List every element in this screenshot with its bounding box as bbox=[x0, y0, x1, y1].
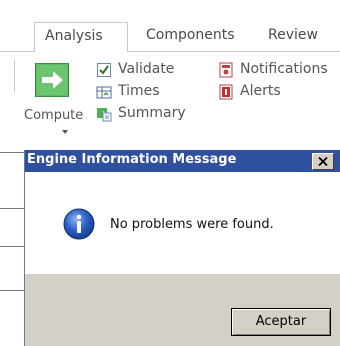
times-table-icon bbox=[96, 86, 112, 99]
compute-arrow-icon bbox=[35, 63, 69, 97]
notifications-label: Notifications bbox=[240, 61, 328, 77]
dialog-title: Engine Information Message bbox=[27, 152, 237, 167]
engine-information-dialog: Engine Information Message No problems w… bbox=[24, 150, 340, 346]
background-divider bbox=[0, 152, 24, 153]
ribbon-panel: Compute Validate Times Summary Notificat… bbox=[0, 52, 340, 144]
tab-components[interactable]: Components bbox=[136, 22, 254, 52]
validate-check-icon bbox=[97, 63, 111, 77]
summary-icon bbox=[97, 108, 112, 122]
compute-label: Compute bbox=[24, 108, 84, 123]
tab-review[interactable]: Review bbox=[258, 22, 340, 52]
dialog-titlebar[interactable]: Engine Information Message bbox=[25, 150, 340, 172]
ribbon-separator bbox=[14, 60, 15, 92]
close-icon bbox=[318, 157, 328, 166]
times-label: Times bbox=[118, 83, 160, 99]
dialog-footer: Aceptar bbox=[25, 274, 340, 346]
background-divider bbox=[0, 208, 24, 209]
dialog-message: No problems were found. bbox=[110, 217, 274, 232]
aceptar-button[interactable]: Aceptar bbox=[231, 308, 331, 336]
summary-label: Summary bbox=[118, 105, 186, 121]
close-button[interactable] bbox=[312, 153, 334, 170]
alerts-icon bbox=[219, 84, 233, 100]
validate-label: Validate bbox=[118, 61, 175, 77]
compute-button[interactable]: Compute bbox=[24, 60, 83, 150]
dialog-body: No problems were found. bbox=[25, 172, 340, 274]
background-pane bbox=[0, 148, 24, 346]
chevron-down-icon bbox=[62, 130, 68, 134]
ribbon-tab-strip: Analysis Components Review bbox=[0, 0, 340, 52]
tab-analysis[interactable]: Analysis bbox=[34, 22, 128, 52]
alerts-label: Alerts bbox=[240, 83, 281, 99]
info-icon bbox=[63, 208, 95, 240]
background-divider bbox=[0, 290, 24, 291]
notifications-icon bbox=[219, 62, 233, 78]
background-divider bbox=[0, 246, 24, 247]
